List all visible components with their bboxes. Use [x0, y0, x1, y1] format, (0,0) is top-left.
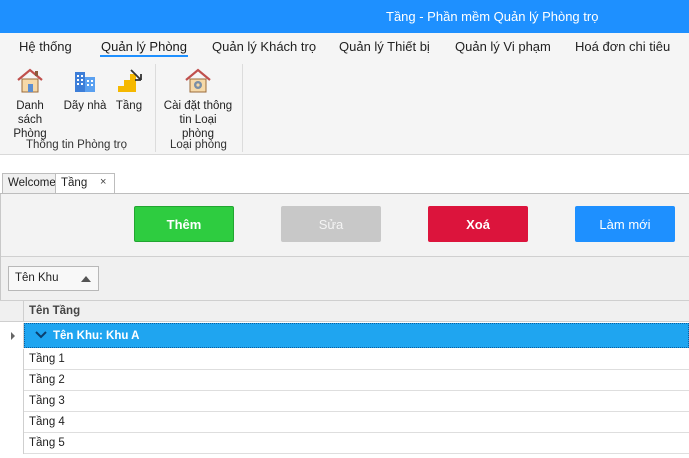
row-indicator: [0, 370, 24, 391]
table-row[interactable]: Tầng 4: [0, 412, 689, 433]
table-row[interactable]: Tầng 5: [0, 433, 689, 454]
tang-button[interactable]: Tầng: [113, 66, 145, 113]
table-cell: Tầng 4: [29, 416, 65, 428]
row-indicator: [0, 433, 24, 454]
stairs-icon: [118, 69, 142, 92]
tab-welcome[interactable]: Welcome: [2, 173, 56, 193]
sort-ascending-icon: [81, 276, 91, 282]
row-indicator: [0, 349, 24, 370]
cai-dat-label-2: tin Loại phòng: [179, 114, 217, 140]
row-pointer-icon: [11, 332, 15, 340]
row-indicator: [0, 323, 24, 348]
house-settings-icon: [185, 68, 211, 93]
table-row[interactable]: Tầng 3: [0, 391, 689, 412]
menu-he-thong[interactable]: Hệ thống: [19, 39, 72, 54]
row-indicator-header: [0, 301, 24, 322]
menu-quan-ly-phong[interactable]: Quản lý Phòng: [99, 39, 189, 57]
group-row-bar[interactable]: Tên Khu: Khu A: [24, 323, 689, 348]
table-cell: Tầng 1: [29, 353, 65, 365]
document-tabs: Welcome Tầng ×: [0, 155, 689, 193]
window-title: Tầng - Phần mềm Quản lý Phòng trọ: [386, 9, 599, 24]
danh-sach-phong-button[interactable]: Danh sách Phòng: [4, 66, 56, 141]
house-icon: [17, 68, 43, 93]
group-row[interactable]: Tên Khu: Khu A: [0, 323, 689, 348]
add-button[interactable]: Thêm: [134, 206, 234, 242]
ribbon: Danh sách Phòng Dãy nhà Tầng Thông tin P…: [0, 60, 689, 155]
row-indicator: [0, 412, 24, 433]
delete-button[interactable]: Xoá: [428, 206, 528, 242]
menu-bar: Hệ thống Quản lý Phòng Quản lý Khách trọ…: [0, 33, 689, 60]
day-nha-button[interactable]: Dãy nhà: [62, 66, 108, 113]
cai-dat-label-1: Cài đặt thông: [163, 100, 233, 112]
table-cell: Tầng 3: [29, 395, 65, 407]
menu-quan-ly-thiet-bi[interactable]: Quản lý Thiết bị: [339, 39, 430, 54]
group-chip-ten-khu[interactable]: Tên Khu: [8, 266, 99, 291]
building-icon: [75, 72, 95, 92]
table-row[interactable]: Tầng 1: [0, 349, 689, 370]
day-nha-label: Dãy nhà: [63, 100, 107, 112]
danh-sach-phong-label-1: Danh sách: [16, 100, 44, 126]
table-cell: Tầng 2: [29, 374, 65, 386]
group-by-panel: Tên Khu: [1, 256, 689, 300]
close-icon[interactable]: ×: [100, 176, 106, 188]
group-row-label: Tên Khu: Khu A: [53, 330, 140, 342]
column-header-ten-tang[interactable]: Tên Tầng: [29, 305, 80, 317]
refresh-button[interactable]: Làm mới: [575, 206, 675, 242]
edit-button[interactable]: Sửa: [281, 206, 381, 242]
group-label-loai-phong: Loại phòng: [170, 139, 227, 151]
table-cell: Tầng 5: [29, 437, 65, 449]
row-indicator: [0, 391, 24, 412]
tang-label: Tầng: [115, 100, 143, 112]
menu-quan-ly-khach-tro[interactable]: Quản lý Khách trọ: [212, 39, 316, 54]
data-grid: Tên Tầng Tên Khu: Khu A Tầng 1 Tầng 2 Tầ…: [0, 300, 689, 458]
chevron-down-icon[interactable]: [35, 330, 47, 340]
cai-dat-loai-phong-button[interactable]: Cài đặt thông tin Loại phòng: [162, 66, 234, 141]
ribbon-separator: [155, 64, 156, 152]
menu-hoa-don-chi-tieu[interactable]: Hoá đơn chi tiêu: [575, 39, 670, 54]
group-chip-label: Tên Khu: [15, 272, 59, 284]
title-bar: Tầng - Phần mềm Quản lý Phòng trọ: [0, 0, 689, 33]
group-label-thong-tin-phong-tro: Thông tin Phòng trọ: [26, 139, 128, 151]
ribbon-separator: [242, 64, 243, 152]
menu-quan-ly-vi-pham[interactable]: Quản lý Vi phạm: [455, 39, 551, 54]
grid-header: Tên Tầng: [0, 300, 689, 322]
table-row[interactable]: Tầng 2: [0, 370, 689, 391]
tab-tang-label: Tầng: [61, 177, 88, 189]
